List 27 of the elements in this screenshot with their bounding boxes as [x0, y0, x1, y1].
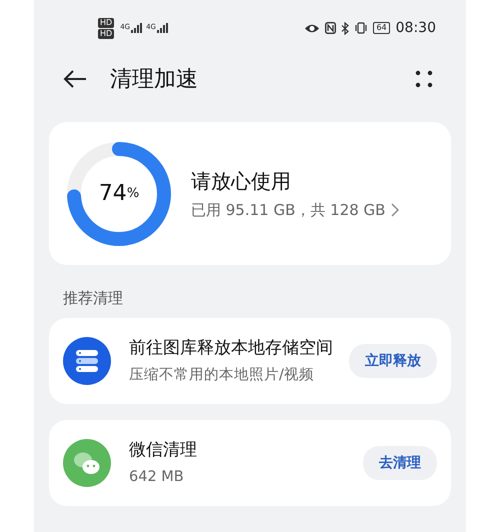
- vibrate-icon: [354, 22, 368, 34]
- item-title: 微信清理: [129, 439, 198, 462]
- item-subtitle: 642 MB: [129, 468, 185, 487]
- section-label: 推荐清理: [62, 288, 124, 309]
- page-title: 清理加速: [110, 66, 199, 94]
- battery-level: 64: [373, 22, 390, 34]
- sim-label: HD: [98, 18, 114, 28]
- nfc-icon: [325, 22, 336, 34]
- bluetooth-icon: [341, 22, 350, 34]
- storage-usage: 已用 95.11 GB，共 128 GB: [191, 200, 386, 220]
- more-button[interactable]: [414, 69, 434, 89]
- chevron-right-icon: [391, 203, 400, 217]
- action-button[interactable]: 去清理: [363, 446, 437, 480]
- clock: 08:30: [396, 20, 436, 36]
- percent-value: 74: [98, 181, 127, 206]
- sim-label: HD: [98, 28, 114, 38]
- storage-icon: [63, 337, 111, 385]
- signal-icon: [131, 23, 142, 33]
- back-button[interactable]: [62, 69, 88, 89]
- action-button[interactable]: 立即释放: [349, 344, 437, 378]
- signal-icon: [156, 23, 168, 33]
- item-subtitle: 压缩不常用的本地照片/视频: [129, 366, 315, 385]
- percent-unit: %: [126, 186, 140, 201]
- chat-bubbles-icon: [63, 439, 111, 487]
- item-title: 前往图库释放本地存储空间: [129, 337, 334, 360]
- storage-status: 请放心使用: [191, 168, 292, 194]
- eye-icon: [304, 22, 320, 34]
